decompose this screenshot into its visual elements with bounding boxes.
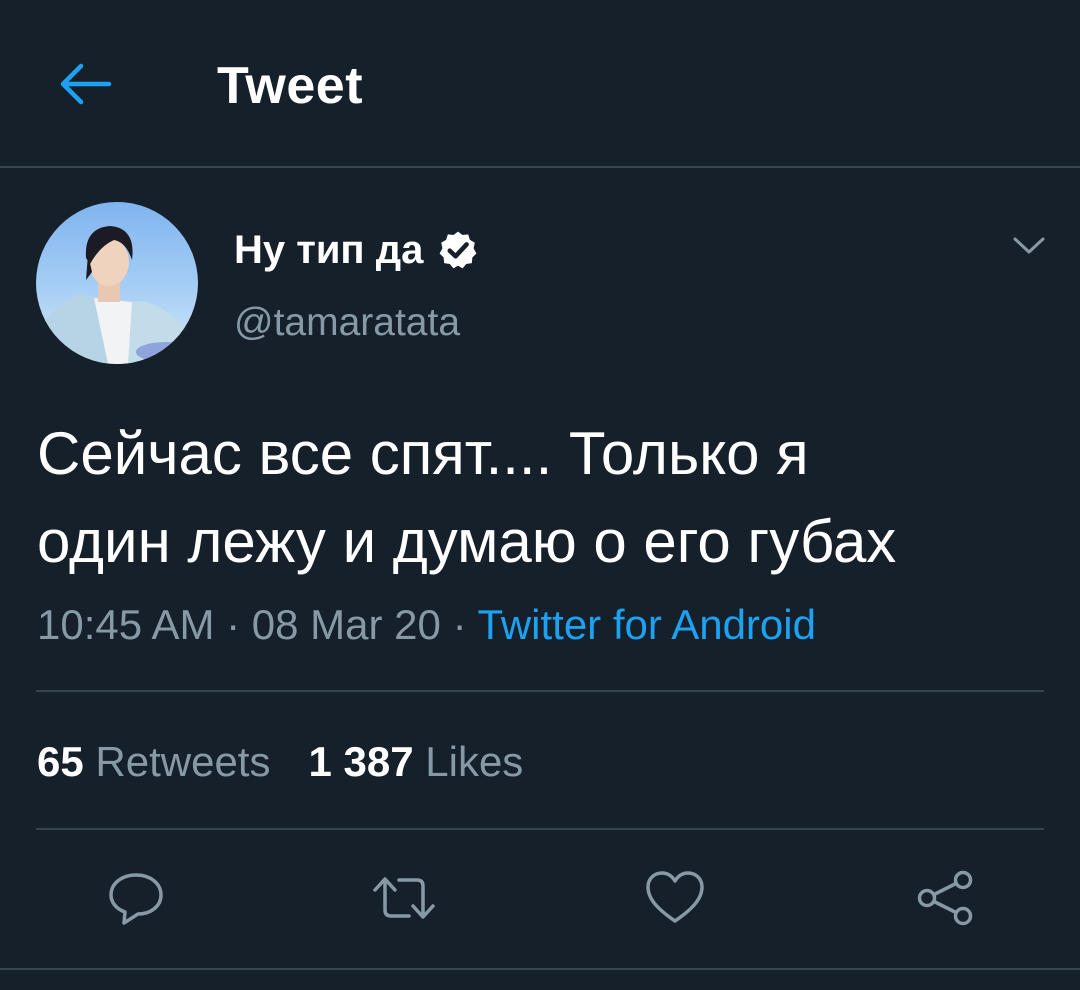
avatar[interactable] xyxy=(36,202,198,364)
like-button[interactable] xyxy=(640,866,710,930)
share-icon xyxy=(917,870,973,926)
author-handle[interactable]: @tamaratata xyxy=(234,300,460,346)
top-bar: Tweet xyxy=(0,0,1080,168)
page-title: Tweet xyxy=(217,57,364,115)
arrow-left-icon xyxy=(60,63,112,105)
meta-separator: · xyxy=(214,601,252,648)
tweet-source-link[interactable]: Twitter for Android xyxy=(477,601,815,648)
tweet-metadata: 10:45 AM · 08 Mar 20 · Twitter for Andro… xyxy=(37,600,816,650)
author-display-name[interactable]: Ну тип да xyxy=(234,224,423,276)
divider xyxy=(36,828,1044,830)
tweet-date: 08 Mar 20 xyxy=(251,601,441,648)
likes-stat[interactable]: 1 387 Likes xyxy=(308,736,523,788)
likes-label: Likes xyxy=(425,738,524,785)
avatar-image xyxy=(36,202,198,364)
tweet-time: 10:45 AM xyxy=(37,601,215,648)
tweet-text-line: один лежу и думаю о его губах xyxy=(37,508,897,575)
like-icon xyxy=(646,871,704,923)
reply-button[interactable] xyxy=(101,866,171,930)
retweet-icon xyxy=(373,877,435,919)
back-button[interactable] xyxy=(50,52,120,116)
retweets-stat[interactable]: 65 Retweets xyxy=(37,736,270,788)
chevron-down-icon xyxy=(1013,237,1045,254)
retweets-label: Retweets xyxy=(95,738,271,785)
verified-badge-icon xyxy=(439,231,477,269)
divider xyxy=(0,968,1080,970)
tweet-text-line: Сейчас все спят.... Только я xyxy=(37,420,809,487)
retweets-count: 65 xyxy=(37,738,84,785)
more-options-button[interactable] xyxy=(1006,226,1052,266)
author-name-row: Ну тип да xyxy=(234,224,479,276)
share-button[interactable] xyxy=(910,866,980,930)
divider xyxy=(36,690,1044,692)
tweet-text: Сейчас все спят.... Только я один лежу и… xyxy=(37,410,1047,586)
reply-icon xyxy=(109,873,163,925)
tweet-stats: 65 Retweets 1 387 Likes xyxy=(37,736,523,788)
meta-separator: · xyxy=(440,601,478,648)
likes-count: 1 387 xyxy=(308,738,414,785)
retweet-button[interactable] xyxy=(369,866,439,930)
